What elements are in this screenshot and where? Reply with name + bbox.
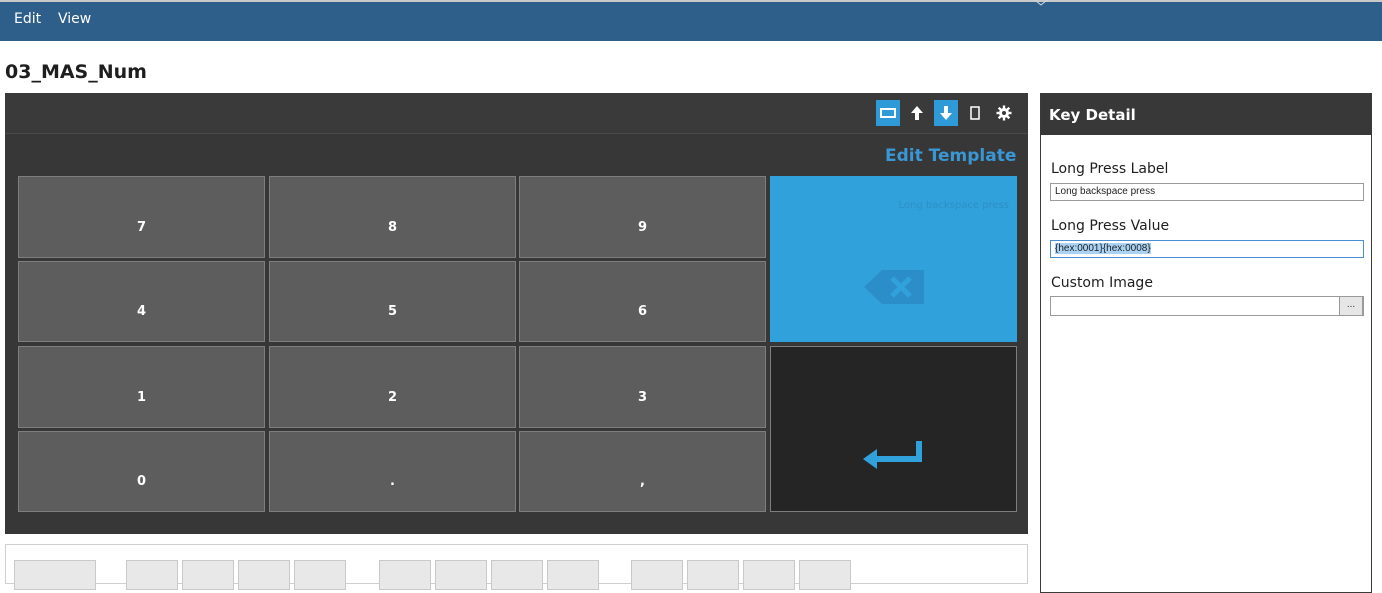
- edit-template-link[interactable]: Edit Template: [885, 146, 1016, 166]
- layout-portrait-icon: [970, 106, 980, 120]
- preview-key[interactable]: [687, 560, 739, 590]
- key-9[interactable]: 9: [519, 176, 766, 258]
- key-3[interactable]: 3: [519, 346, 766, 428]
- move-down-button[interactable]: [934, 100, 958, 126]
- key-label: ,: [640, 474, 645, 489]
- custom-image-caption: Custom Image: [1051, 275, 1153, 291]
- key-label: 1: [136, 389, 147, 405]
- menu-bar: Edit View: [0, 0, 1382, 41]
- preview-key[interactable]: [238, 560, 290, 590]
- key-label: 7: [136, 219, 147, 235]
- key-8[interactable]: 8: [269, 176, 516, 258]
- preview-key[interactable]: [547, 560, 599, 590]
- arrow-down-icon: [940, 106, 952, 120]
- preview-key[interactable]: [491, 560, 543, 590]
- keyboard-editor: Edit Template 7 8 9 4 5 6 1 2 3 0 . , Lo…: [5, 93, 1028, 534]
- layout-portrait-button[interactable]: [963, 100, 987, 126]
- browse-button[interactable]: ...: [1339, 297, 1363, 315]
- long-press-label-field[interactable]: Long backspace press: [1050, 183, 1364, 201]
- key-0[interactable]: 0: [18, 431, 265, 512]
- menu-edit[interactable]: Edit: [14, 11, 41, 27]
- long-press-value-field[interactable]: {hex:0001}{hex:0008}: [1050, 240, 1364, 258]
- key-label: 5: [387, 304, 398, 319]
- key-label: 3: [637, 389, 648, 405]
- window-edge-glyph: [1034, 0, 1048, 6]
- key-label: 0: [136, 474, 147, 489]
- long-press-value-caption: Long Press Value: [1051, 218, 1170, 234]
- preview-key[interactable]: [631, 560, 683, 590]
- key-label: 4: [136, 304, 147, 319]
- layout-landscape-button[interactable]: [876, 100, 900, 126]
- preview-key[interactable]: [799, 560, 851, 590]
- arrow-up-icon: [911, 106, 923, 120]
- key-enter[interactable]: [770, 346, 1017, 512]
- settings-button[interactable]: [992, 100, 1016, 126]
- preview-key[interactable]: [435, 560, 487, 590]
- key-period[interactable]: .: [269, 431, 516, 512]
- key-label: 6: [637, 304, 648, 319]
- preview-key[interactable]: [294, 560, 346, 590]
- key-comma[interactable]: ,: [519, 431, 766, 512]
- preview-key[interactable]: [379, 560, 431, 590]
- gear-icon: [996, 105, 1012, 121]
- keyboard-toolbar: [5, 93, 1028, 134]
- key-label: 9: [637, 219, 648, 235]
- page-title: 03_MAS_Num: [5, 61, 147, 83]
- preview-key[interactable]: [14, 560, 96, 590]
- key-1[interactable]: 1: [18, 346, 265, 428]
- long-press-value-text: {hex:0001}{hex:0008}: [1055, 243, 1151, 254]
- preview-key[interactable]: [126, 560, 178, 590]
- long-press-label-caption: Long Press Label: [1051, 161, 1169, 177]
- backspace-long-press-hint: Long backspace press: [898, 200, 1009, 211]
- key-5[interactable]: 5: [269, 261, 516, 342]
- key-4[interactable]: 4: [18, 261, 265, 342]
- menu-view[interactable]: View: [58, 11, 91, 27]
- key-label: .: [390, 474, 395, 489]
- layout-landscape-icon: [880, 108, 896, 118]
- preview-key[interactable]: [182, 560, 234, 590]
- key-6[interactable]: 6: [519, 261, 766, 342]
- backspace-icon: [864, 270, 924, 304]
- key-detail-panel: Key Detail Long Press Label Long backspa…: [1040, 93, 1372, 593]
- key-detail-title: Key Detail: [1041, 94, 1371, 135]
- layout-preview-strip: [5, 544, 1028, 590]
- key-label: 2: [387, 389, 398, 405]
- move-up-button[interactable]: [905, 100, 929, 126]
- key-backspace[interactable]: Long backspace press: [770, 176, 1017, 342]
- key-label: 8: [387, 219, 398, 235]
- long-press-label-value: Long backspace press: [1055, 186, 1156, 197]
- preview-key[interactable]: [743, 560, 795, 590]
- key-2[interactable]: 2: [269, 346, 516, 428]
- enter-icon: [863, 441, 922, 469]
- key-7[interactable]: 7: [18, 176, 265, 258]
- custom-image-field[interactable]: ...: [1050, 296, 1364, 316]
